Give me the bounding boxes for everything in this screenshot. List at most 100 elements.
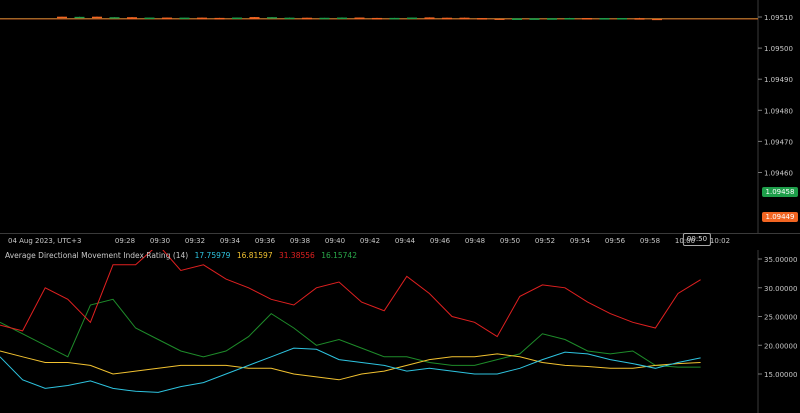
price-chart-pane[interactable]: 1.09510 1.09500 1.09490 1.09480 1.09470 1.094…: [0, 0, 800, 233]
price-tick-label: 1.09480: [764, 107, 793, 115]
candle-body: [354, 17, 365, 20]
time-tick-label: 09:46: [429, 237, 451, 245]
bearish-candle: [442, 17, 452, 20]
candle-body: [407, 17, 417, 20]
bullish-candle: [512, 18, 522, 20]
candle-body: [512, 18, 522, 20]
bearish-candle: [494, 18, 505, 20]
current-bid-tag: 1.09458: [762, 187, 798, 197]
candle-body: [442, 17, 452, 20]
bearish-candle: [302, 17, 312, 20]
candle-body: [57, 16, 67, 19]
bullish-candle: [617, 17, 627, 20]
candle-body: [319, 17, 330, 20]
bullish-candle: [144, 17, 155, 20]
candle-body: [74, 16, 85, 19]
bearish-candle: [57, 16, 67, 19]
candle-body: [302, 17, 312, 20]
candlestick-chart[interactable]: 1.09510 1.09500 1.09490 1.09480 1.09470 1.094…: [0, 0, 800, 233]
time-tick-label: 10:00: [674, 237, 696, 245]
price-tick-label: 1.09490: [764, 76, 793, 84]
time-tick-label: 09:38: [289, 237, 311, 245]
bullish-candle: [529, 18, 540, 20]
time-tick-label: 09:42: [359, 237, 381, 245]
time-tick-label: 09:36: [254, 237, 276, 245]
indicator-tick-label: 30.00000: [764, 285, 797, 293]
minus-di-value: 16.15742: [321, 251, 357, 260]
bullish-candle: [547, 18, 557, 20]
indicator-legend: Average Directional Movement Index Ratin…: [5, 251, 357, 260]
time-tick-label: 09:56: [604, 237, 626, 245]
time-tick-label: 09:32: [184, 237, 206, 245]
time-tick-label: 10:02: [709, 237, 731, 245]
bullish-candle: [267, 17, 277, 19]
bearish-candle: [372, 17, 382, 20]
bullish-candle: [284, 17, 295, 20]
candle-body: [267, 17, 277, 19]
indicator-tick-label: 25.00000: [764, 314, 797, 322]
time-tick-label: 09:40: [324, 237, 346, 245]
bullish-candle: [109, 17, 120, 19]
candle-body: [582, 18, 592, 20]
time-tick-label: 09:54: [569, 237, 591, 245]
price-tick-label: 1.09470: [764, 138, 793, 146]
bullish-candle: [389, 17, 400, 20]
plus-di-line: [0, 250, 701, 338]
adxr-value: 16.81597: [236, 251, 273, 260]
adxr-chart[interactable]: 35.00000 30.00000 25.00000 20.00000 15.00000: [0, 250, 800, 413]
indicator-tick-label: 20.00000: [764, 342, 797, 350]
candle-body: [529, 18, 540, 20]
bearish-candle: [162, 17, 172, 20]
candle-body: [179, 17, 190, 20]
adx-line: [0, 347, 701, 393]
bearish-candle: [92, 16, 102, 19]
indicator-tick-label: 15.00000: [764, 371, 797, 379]
date-label: 04 Aug 2023, UTC+3: [8, 237, 82, 245]
candle-body: [564, 18, 575, 20]
candle-body: [547, 18, 557, 20]
candle-body: [109, 17, 120, 19]
time-tick-label: 09:44: [394, 237, 416, 245]
price-tick-label: 1.09510: [764, 14, 793, 22]
candle-body: [92, 16, 102, 19]
minus-di-line: [0, 298, 701, 368]
bullish-candle: [232, 17, 242, 20]
candle-body: [617, 18, 627, 20]
candle-body: [459, 17, 470, 20]
adxr-line: [0, 350, 701, 381]
bullish-candle: [564, 17, 575, 20]
bearish-candle: [197, 17, 207, 20]
time-axis: 04 Aug 2023, UTC+3 00:50 09:28 09:30 09:32…: [0, 233, 800, 251]
candle-body: [249, 17, 260, 19]
candle-body: [389, 17, 400, 20]
bullish-candle: [74, 16, 85, 19]
bullish-candle: [179, 17, 190, 20]
bearish-candle: [214, 17, 225, 20]
bearish-candle: [424, 17, 435, 19]
candle-body: [337, 17, 347, 20]
candle-body: [372, 17, 382, 20]
bearish-candle: [477, 18, 487, 20]
current-ask-tag: 1.09449: [762, 212, 798, 222]
candle-body: [197, 17, 207, 20]
time-tick-label: 09:48: [464, 237, 486, 245]
candle-body: [284, 17, 295, 20]
candle-body: [162, 17, 172, 20]
bearish-candle: [652, 18, 662, 21]
adxr-indicator-pane[interactable]: 35.00000 30.00000 25.00000 20.00000 15.00000…: [0, 250, 800, 413]
candle-body: [652, 18, 662, 21]
candle-body: [477, 18, 487, 20]
time-tick-label: 09:52: [534, 237, 556, 245]
bullish-candle: [407, 17, 417, 20]
bullish-candle: [319, 17, 330, 20]
bearish-candle: [354, 17, 365, 20]
candle-body: [599, 18, 610, 20]
bullish-candle: [599, 18, 610, 20]
time-tick-label: 09:50: [499, 237, 521, 245]
plus-di-value: 31.38556: [279, 251, 315, 260]
candle-body: [634, 18, 645, 20]
time-tick-label: 09:34: [219, 237, 241, 245]
time-tick-label: 09:58: [639, 237, 661, 245]
candle-body: [494, 18, 505, 20]
candle-body: [127, 17, 137, 19]
